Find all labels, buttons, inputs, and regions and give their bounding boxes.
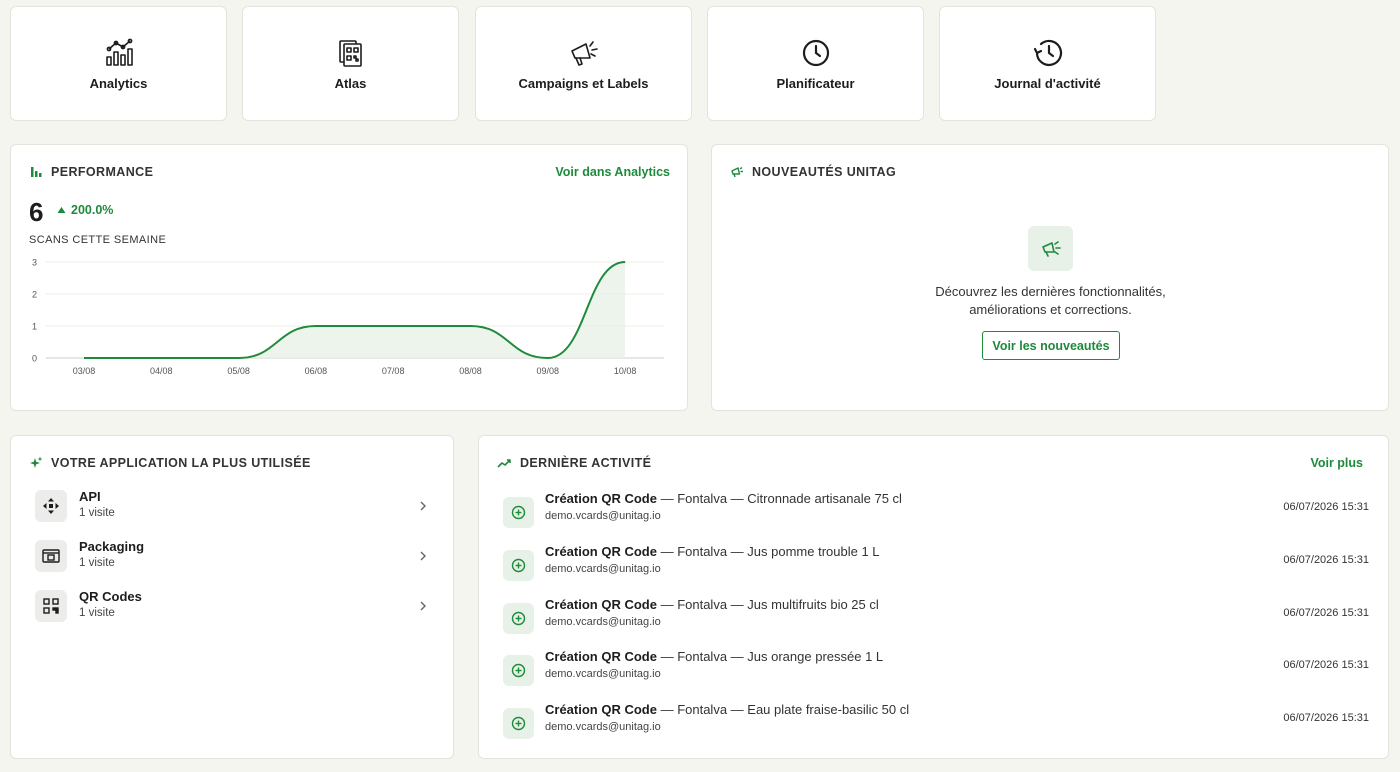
activity-date: 06/07/2026 15:31: [1283, 607, 1369, 619]
tile-planner[interactable]: Planificateur: [707, 6, 924, 121]
top-apps-header: VOTRE APPLICATION LA PLUS UTILISÉE: [29, 456, 311, 470]
trend-up-icon: [497, 459, 511, 468]
news-header: NOUVEAUTÉS UNITAG: [730, 165, 896, 179]
news-title: NOUVEAUTÉS UNITAG: [752, 165, 897, 179]
sparkles-icon: [30, 456, 43, 468]
news-description-line-1: Découvrez les dernières fonctionnalités,: [935, 284, 1166, 299]
performance-chart: 0 1 2 3 03/08 04/08 05/08 06/08 07/08 08/08 09/08…: [32, 258, 664, 376]
announcement-icon: [1028, 226, 1073, 271]
chart-area: [84, 262, 626, 358]
activity-date: 06/07/2026 15:31: [1283, 659, 1369, 671]
activity-row[interactable]: Création QR Code — Fontalva — Jus pomme …: [503, 544, 1369, 590]
activity-row[interactable]: Création QR Code — Fontalva — Citronnade…: [503, 491, 1369, 537]
tile-label: Analytics: [89, 76, 148, 91]
tile-activity-log[interactable]: Journal d'activité: [939, 6, 1156, 121]
app-name: API: [79, 489, 101, 504]
activity-user: demo.vcards@unitag.io: [545, 563, 661, 575]
chevron-right-icon: [420, 601, 426, 611]
activity-action: Création QR Code: [545, 597, 657, 612]
tile-campaigns[interactable]: Campaigns et Labels: [475, 6, 692, 121]
activity-user: demo.vcards@unitag.io: [545, 616, 661, 628]
x-tick-label: 04/08: [150, 366, 173, 376]
news-description-line-2: améliorations et corrections.: [969, 302, 1132, 317]
activity-detail: — Fontalva — Jus pomme trouble 1 L: [656, 544, 880, 559]
y-tick-label: 2: [32, 290, 37, 300]
activity-title: DERNIÈRE ACTIVITÉ: [520, 456, 652, 470]
activity-date: 06/07/2026 15:31: [1283, 501, 1369, 513]
history-icon: [1031, 36, 1065, 70]
x-tick-label: 07/08: [382, 366, 405, 376]
plus-circle-icon: [503, 708, 534, 739]
activity-detail: — Fontalva — Eau plate fraise-basilic 50…: [656, 702, 910, 717]
packaging-icon: [35, 540, 67, 572]
activity-user: demo.vcards@unitag.io: [545, 510, 661, 522]
x-tick-label: 10/08: [614, 366, 637, 376]
x-tick-label: 08/08: [459, 366, 482, 376]
app-item-api[interactable]: API 1 visite: [35, 486, 430, 526]
activity-description: Création QR Code — Fontalva — Jus pomme …: [545, 544, 880, 559]
activity-row[interactable]: Création QR Code — Fontalva — Eau plate …: [503, 702, 1369, 748]
qr-code-icon: [35, 590, 67, 622]
performance-card: PERFORMANCE Voir dans Analytics 6 200.0%…: [10, 144, 688, 411]
activity-detail: — Fontalva — Jus multifruits bio 25 cl: [656, 597, 879, 612]
top-apps-title: VOTRE APPLICATION LA PLUS UTILISÉE: [51, 456, 311, 470]
activity-user: demo.vcards@unitag.io: [545, 668, 661, 680]
activity-description: Création QR Code — Fontalva — Jus multif…: [545, 597, 879, 612]
chevron-right-icon: [420, 551, 426, 561]
activity-action: Création QR Code: [545, 649, 657, 664]
app-name: QR Codes: [79, 589, 142, 604]
x-tick-label: 06/08: [305, 366, 328, 376]
tile-atlas[interactable]: Atlas: [242, 6, 459, 121]
y-tick-label: 0: [32, 354, 37, 364]
activity-description: Création QR Code — Fontalva — Citronnade…: [545, 491, 902, 506]
activity-date: 06/07/2026 15:31: [1283, 712, 1369, 724]
plus-circle-icon: [503, 603, 534, 634]
activity-action: Création QR Code: [545, 491, 657, 506]
tile-label: Atlas: [334, 76, 367, 91]
tile-analytics[interactable]: Analytics: [10, 6, 227, 121]
activity-date: 06/07/2026 15:31: [1283, 554, 1369, 566]
atlas-icon: [334, 36, 368, 70]
activity-description: Création QR Code — Fontalva — Jus orange…: [545, 649, 883, 664]
tile-label: Campaigns et Labels: [518, 76, 649, 91]
app-item-qr-codes[interactable]: QR Codes 1 visite: [35, 586, 430, 626]
activity-action: Création QR Code: [545, 544, 657, 559]
y-tick-label: 1: [32, 322, 37, 332]
app-visits: 1 visite: [79, 607, 115, 619]
activity-action: Création QR Code: [545, 702, 657, 717]
view-more-link[interactable]: Voir plus: [1310, 456, 1363, 470]
plus-circle-icon: [503, 550, 534, 581]
activity-detail: — Fontalva — Jus orange pressée 1 L: [656, 649, 884, 664]
megaphone-icon: [731, 166, 743, 178]
api-icon: [35, 490, 67, 522]
activity-card: DERNIÈRE ACTIVITÉ Voir plus Création QR …: [478, 435, 1389, 759]
activity-detail: — Fontalva — Citronnade artisanale 75 cl: [656, 491, 902, 506]
activity-description: Création QR Code — Fontalva — Eau plate …: [545, 702, 909, 717]
y-tick-label: 3: [32, 258, 37, 268]
app-visits: 1 visite: [79, 507, 115, 519]
tile-label: Planificateur: [776, 76, 855, 91]
activity-header: DERNIÈRE ACTIVITÉ: [497, 456, 651, 470]
x-tick-label: 09/08: [537, 366, 560, 376]
x-tick-label: 05/08: [227, 366, 250, 376]
chevron-right-icon: [420, 501, 426, 511]
megaphone-icon: [567, 36, 601, 70]
activity-row[interactable]: Création QR Code — Fontalva — Jus orange…: [503, 649, 1369, 695]
app-visits: 1 visite: [79, 557, 115, 569]
plus-circle-icon: [503, 655, 534, 686]
analytics-icon: [102, 36, 136, 70]
app-name: Packaging: [79, 539, 145, 554]
tile-label: Journal d'activité: [994, 76, 1101, 91]
plus-circle-icon: [503, 497, 534, 528]
activity-user: demo.vcards@unitag.io: [545, 721, 661, 733]
news-card: NOUVEAUTÉS UNITAG Découvrez les dernière…: [711, 144, 1389, 411]
activity-row[interactable]: Création QR Code — Fontalva — Jus multif…: [503, 597, 1369, 643]
top-apps-card: VOTRE APPLICATION LA PLUS UTILISÉE API 1…: [10, 435, 454, 759]
app-item-packaging[interactable]: Packaging 1 visite: [35, 536, 430, 576]
x-tick-label: 03/08: [73, 366, 96, 376]
view-news-button[interactable]: Voir les nouveautés: [982, 331, 1120, 360]
clock-icon: [799, 36, 833, 70]
